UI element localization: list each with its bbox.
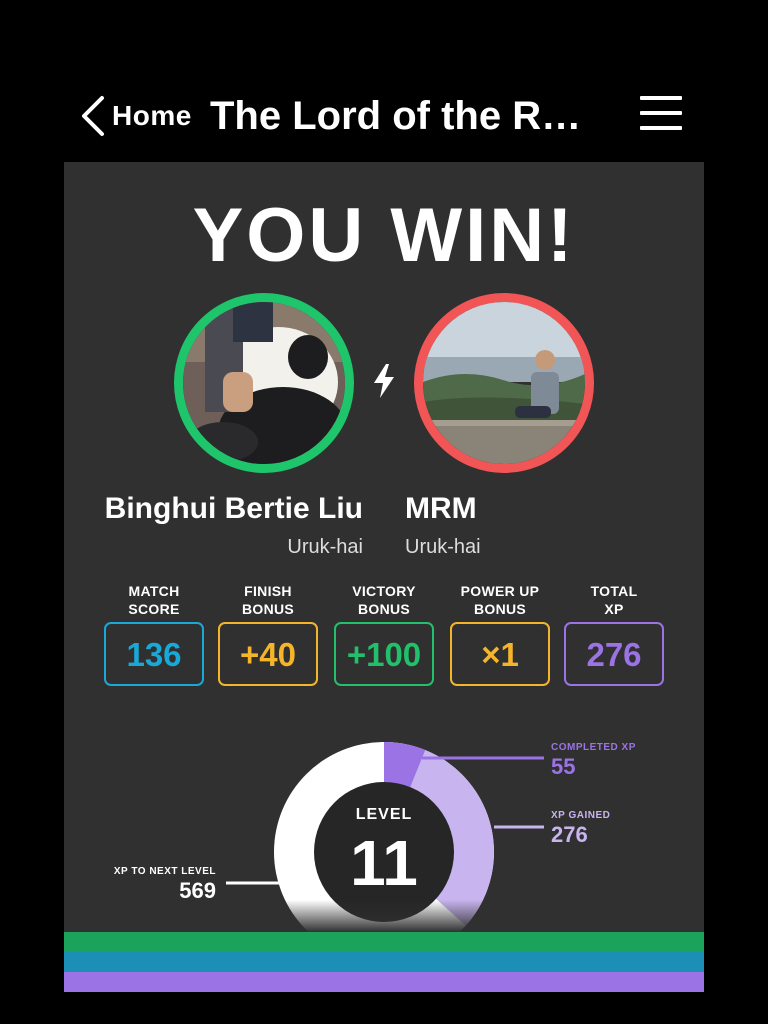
stat-label-line1: FINISH — [244, 583, 292, 599]
lightning-bolt-icon — [374, 364, 394, 398]
xp-gained-value: 276 — [551, 822, 588, 847]
result-panel: YOU WIN! Binghui Bertie Liu MRM Uruk-hai… — [64, 162, 704, 992]
stat-match-score: MATCH SCORE 136 — [104, 582, 204, 686]
player1-team: Uruk-hai — [287, 536, 363, 558]
back-button[interactable]: Home — [78, 92, 208, 140]
stat-label-line1: TOTAL — [590, 583, 638, 599]
mountain-photo — [423, 302, 585, 464]
back-label: Home — [112, 100, 192, 131]
stat-powerup-bonus: POWER UP BONUS ×1 — [450, 582, 550, 686]
player2-name: MRM — [405, 492, 477, 525]
page-title: The Lord of the R… — [210, 94, 582, 138]
stat-value: +100 — [334, 622, 434, 686]
stat-value: ×1 — [450, 622, 550, 686]
stat-label-line2: BONUS — [473, 601, 527, 617]
player2-team: Uruk-hai — [405, 536, 481, 558]
chevron-left-icon — [82, 96, 104, 136]
stat-label-line2: SCORE — [128, 601, 180, 617]
stat-label-line2: BONUS — [357, 601, 411, 617]
stat-total-xp: TOTAL XP 276 — [564, 582, 664, 686]
purple-bar — [64, 972, 704, 992]
xp-to-next-label: XP TO NEXT LEVEL — [113, 866, 216, 877]
player1-avatar[interactable] — [174, 293, 354, 473]
stat-label-line1: MATCH — [128, 583, 180, 599]
stat-value: +40 — [218, 622, 318, 686]
xp-to-next-value: 569 — [179, 878, 216, 903]
stat-label-line2: BONUS — [241, 601, 295, 617]
stat-value: 136 — [104, 622, 204, 686]
stat-value: 276 — [564, 622, 664, 686]
stat-label-line2: XP — [604, 601, 624, 617]
green-bar — [64, 932, 704, 952]
panda-photo — [183, 302, 345, 464]
stat-label-line1: POWER UP — [460, 583, 540, 599]
blue-bar — [64, 952, 704, 972]
player1-name: Binghui Bertie Liu — [104, 492, 363, 525]
level-number: 11 — [350, 827, 418, 899]
completed-xp-label: COMPLETED XP — [551, 742, 636, 753]
stat-label-line1: VICTORY — [352, 583, 416, 599]
player2-avatar[interactable] — [414, 293, 594, 473]
top-bar: Home The Lord of the R… — [0, 80, 768, 150]
result-headline: YOU WIN! — [192, 193, 576, 278]
completed-xp-value: 55 — [551, 754, 576, 779]
xp-gained-label: XP GAINED — [551, 810, 611, 821]
stat-finish-bonus: FINISH BONUS +40 — [218, 582, 318, 686]
stat-victory-bonus: VICTORY BONUS +100 — [334, 582, 434, 686]
bottom-fade — [64, 900, 704, 932]
level-label: LEVEL — [355, 806, 413, 823]
menu-button[interactable] — [640, 96, 684, 132]
